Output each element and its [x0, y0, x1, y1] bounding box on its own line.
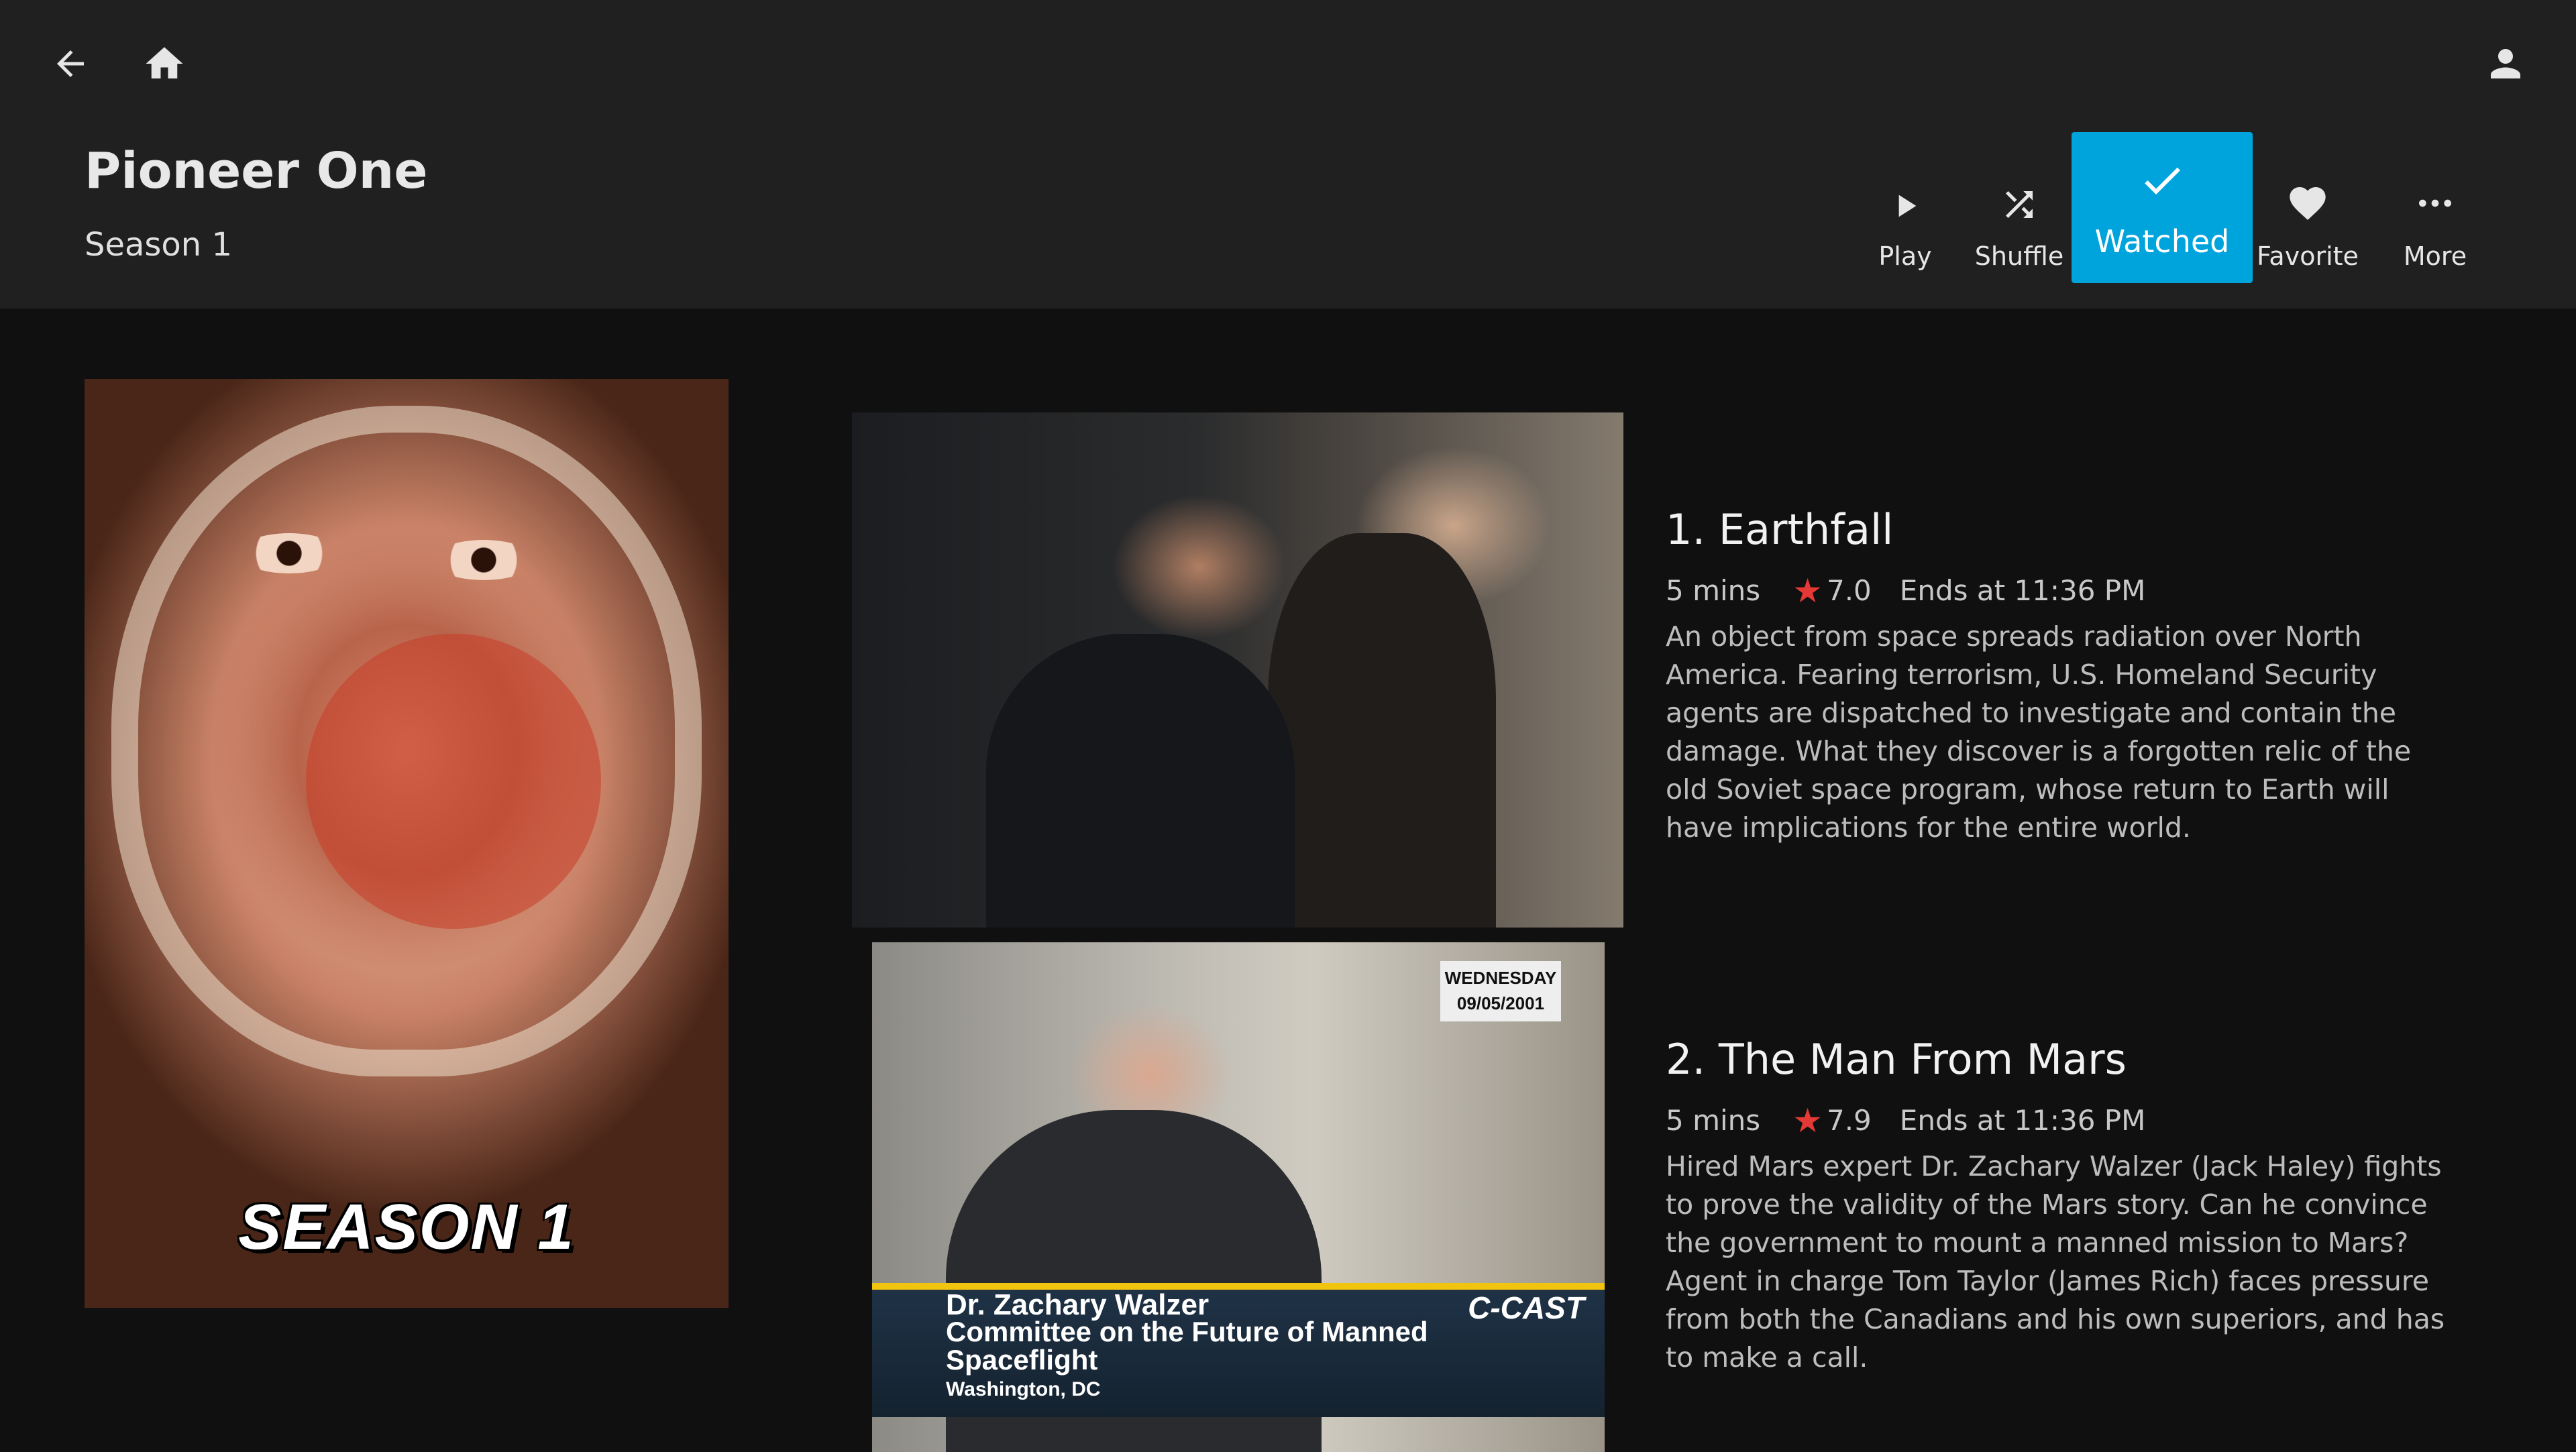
episode-2-runtime: 5 mins [1666, 1104, 1761, 1137]
thumbnail-network-logo: C-CAST [1468, 1290, 1585, 1325]
episode-2-rating: 7.9 [1826, 1104, 1872, 1137]
page-subtitle: Season 1 [85, 226, 233, 264]
episode-1-thumbnail[interactable] [852, 412, 1623, 928]
back-button[interactable] [40, 34, 101, 94]
episode-1-meta: 5 mins ★ 7.0 Ends at 11:36 PM [1666, 572, 2451, 610]
star-icon: ★ [1792, 1101, 1823, 1140]
thumbnail-caption-committee: Committee on the Future of Manned Spacef… [946, 1316, 1428, 1376]
star-icon: ★ [1792, 571, 1823, 610]
episode-1-title[interactable]: 1. Earthfall [1666, 500, 2451, 560]
episode-2-overview: Hired Mars expert Dr. Zachary Walzer (Ja… [1666, 1150, 2445, 1374]
user-icon [2491, 49, 2520, 78]
episode-1-runtime: 5 mins [1666, 574, 1761, 607]
user-button[interactable] [2475, 34, 2536, 94]
episode-2-title[interactable]: 2. The Man From Mars [1666, 1029, 2451, 1090]
play-button[interactable]: Play [1865, 132, 1945, 283]
watched-button[interactable]: Watched [2072, 132, 2253, 283]
play-icon [1898, 194, 1917, 217]
shuffle-icon [2006, 191, 2033, 218]
thumbnail-date-day: WEDNESDAY [1444, 968, 1557, 988]
season-poster[interactable]: SEASON 1 [85, 379, 729, 1308]
home-icon [146, 47, 183, 78]
more-label: More [2403, 241, 2467, 271]
episode-2-ends: Ends at 11:36 PM [1899, 1104, 2146, 1137]
play-label: Play [1878, 241, 1932, 271]
episode-2-thumbnail[interactable]: WEDNESDAY 09/05/2001 Dr. Zachary Walzer … [872, 942, 1605, 1452]
check-icon [2145, 167, 2180, 194]
more-dots-icon [2419, 199, 2451, 207]
poster-season-label: SEASON 1 [238, 1191, 575, 1263]
thumbnail-date: 09/05/2001 [1456, 993, 1545, 1013]
arrow-back-icon [57, 50, 84, 77]
shuffle-button[interactable]: Shuffle [1966, 132, 2073, 283]
episode-2-meta: 5 mins ★ 7.9 Ends at 11:36 PM [1666, 1102, 2451, 1139]
favorite-button[interactable]: Favorite [2254, 132, 2361, 283]
header-bar: Pioneer One Season 1 Play Shuffle Watche… [0, 0, 2576, 309]
heart-icon [2290, 187, 2326, 220]
page-title: Pioneer One [85, 142, 428, 200]
thumbnail-date-tag: WEDNESDAY 09/05/2001 [1440, 961, 1561, 1021]
episode-1-info: 1. Earthfall 5 mins ★ 7.0 Ends at 11:36 … [1666, 500, 2451, 847]
favorite-label: Favorite [2257, 241, 2359, 271]
shuffle-label: Shuffle [1974, 241, 2064, 271]
thumbnail-caption-location: Washington, DC [946, 1378, 1101, 1400]
episode-1-rating: 7.0 [1826, 574, 1872, 607]
episode-1-overview: An object from space spreads radiation o… [1666, 620, 2412, 844]
episode-2-info: 2. The Man From Mars 5 mins ★ 7.9 Ends a… [1666, 1029, 2451, 1377]
episode-1-ends: Ends at 11:36 PM [1899, 574, 2146, 607]
more-button[interactable]: More [2381, 132, 2489, 283]
home-button[interactable] [134, 34, 195, 94]
watched-label: Watched [2094, 223, 2230, 260]
